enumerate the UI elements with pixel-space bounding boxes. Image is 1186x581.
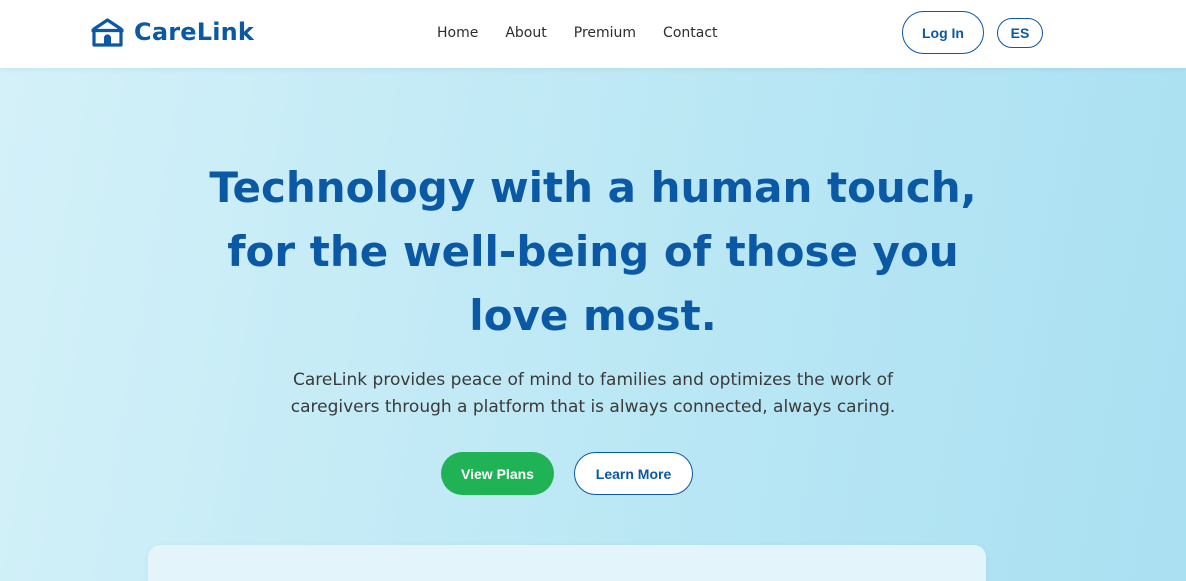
learn-more-button[interactable]: Learn More — [574, 452, 693, 495]
hero-subtitle-line-2: caregivers through a platform that is al… — [290, 397, 896, 417]
hero-title-line-3: love most. — [469, 291, 717, 340]
site-header: CareLink Home About Premium Contact Log … — [0, 0, 1186, 68]
hero-section: Technology with a human touch, for the w… — [0, 68, 1186, 581]
brand-logo[interactable]: CareLink — [91, 17, 254, 48]
home-icon — [91, 18, 124, 47]
hero-subtitle: CareLink provides peace of mind to famil… — [243, 367, 943, 421]
hero-title-line-2: for the well-being of those you — [227, 227, 959, 276]
nav-home[interactable]: Home — [437, 24, 478, 42]
hero-title: Technology with a human touch, for the w… — [193, 156, 993, 348]
brand-name: CareLink — [134, 18, 255, 46]
nav-premium[interactable]: Premium — [574, 24, 636, 42]
feature-card — [148, 545, 986, 581]
nav-contact[interactable]: Contact — [663, 24, 717, 42]
nav-about[interactable]: About — [505, 24, 546, 42]
login-button[interactable]: Log In — [902, 11, 984, 54]
language-toggle-button[interactable]: ES — [997, 18, 1043, 48]
view-plans-button[interactable]: View Plans — [441, 452, 554, 495]
main-nav: Home About Premium Contact — [437, 24, 718, 42]
hero-title-line-1: Technology with a human touch, — [209, 163, 977, 212]
hero-subtitle-line-1: CareLink provides peace of mind to famil… — [292, 370, 894, 390]
